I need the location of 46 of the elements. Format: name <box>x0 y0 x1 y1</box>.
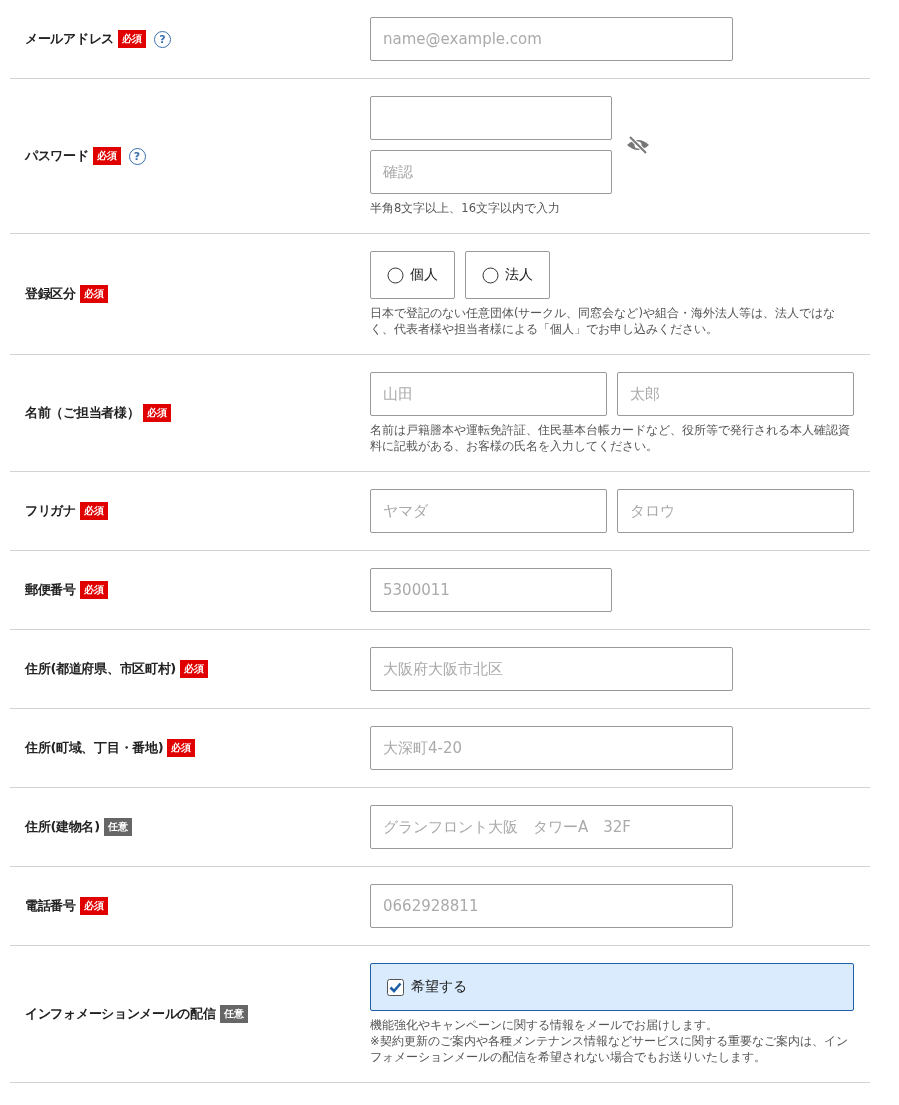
required-badge: 必須 <box>79 285 108 303</box>
optional-badge: 任意 <box>103 818 132 836</box>
field-label: パスワード <box>25 147 89 165</box>
field-label: インフォメーションメールの配信 <box>25 1005 216 1023</box>
text-field[interactable]: name@example.com <box>370 17 733 61</box>
text-field[interactable]: 大阪府大阪市北区 <box>370 647 733 691</box>
text-field[interactable]: 山田 <box>370 372 607 416</box>
checkbox-option[interactable]: 希望する <box>370 963 854 1011</box>
field-label: 住所(建物名) <box>25 818 100 836</box>
text-field[interactable]: ヤマダ <box>370 489 607 533</box>
field-label: 住所(町域、丁目・番地) <box>25 739 164 757</box>
hint-text: 機能強化やキャンペーンに関する情報をメールでお届けします。 <box>370 1017 719 1033</box>
eye-slash-icon[interactable] <box>626 135 650 155</box>
text-field[interactable]: 太郎 <box>617 372 854 416</box>
field-label: 電話番号 <box>25 897 76 915</box>
required-badge: 必須 <box>79 502 108 520</box>
text-field[interactable]: 大深町4-20 <box>370 726 733 770</box>
radio-option[interactable]: 法人 <box>465 251 550 299</box>
text-field[interactable]: 0662928811 <box>370 884 733 928</box>
field-label: 登録区分 <box>25 285 76 303</box>
radio-option[interactable]: 個人 <box>370 251 455 299</box>
required-badge: 必須 <box>167 739 196 757</box>
optional-badge: 任意 <box>219 1005 248 1023</box>
text-field[interactable]: タロウ <box>617 489 854 533</box>
field-label: フリガナ <box>25 502 76 520</box>
radio-icon[interactable] <box>482 266 499 284</box>
checkbox-icon[interactable] <box>387 978 404 996</box>
field-label: 郵便番号 <box>25 581 76 599</box>
radio-icon[interactable] <box>387 266 404 284</box>
hint-text: 名前は戸籍謄本や運転免許証、住民基本台帳カードなど、役所等で発行される本人確認資料に記載がある、お客様の氏名を入力してください。 <box>370 422 851 454</box>
field-label: 名前（ご担当者様） <box>25 404 140 422</box>
field-label: 住所(都道府県、市区町村) <box>25 660 176 678</box>
required-badge: 必須 <box>92 147 121 165</box>
text-field[interactable] <box>370 96 612 140</box>
hint-text: ※契約更新のご案内や各種メンテナンス情報などサービスに関する重要なご案内は、インフォメーションメールの配信を希望されない場合でもお送りいたします。 <box>370 1033 849 1065</box>
text-field[interactable]: 確認 <box>370 150 612 194</box>
required-badge: 必須 <box>79 897 108 915</box>
field-label: メールアドレス <box>25 30 114 48</box>
required-badge: 必須 <box>79 581 108 599</box>
hint-text: 半角8文字以上、16文字以内で入力 <box>370 200 561 216</box>
required-badge: 必須 <box>143 404 172 422</box>
text-field[interactable]: 5300011 <box>370 568 612 612</box>
hint-text: 日本で登記のない任意団体(サークル、同窓会など)や組合・海外法人等は、法人ではなく、代表者様や担当者様による「個人」でお申し込みください。 <box>370 305 836 337</box>
required-badge: 必須 <box>117 30 146 48</box>
required-badge: 必須 <box>180 660 208 678</box>
text-field[interactable]: グランフロント大阪 タワーA 32F <box>370 805 733 849</box>
